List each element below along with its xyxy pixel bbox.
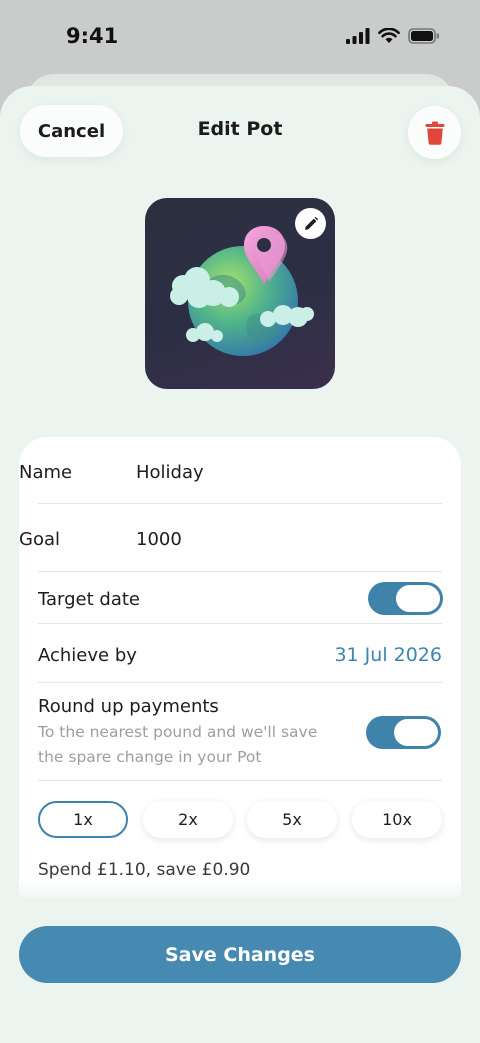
round-up-description-line1: To the nearest pound and we'll save bbox=[38, 723, 318, 741]
pencil-icon bbox=[304, 216, 318, 230]
target-date-toggle[interactable] bbox=[368, 582, 443, 615]
multiplier-2x[interactable]: 2x bbox=[143, 801, 233, 838]
target-date-label: Target date bbox=[38, 588, 140, 610]
delete-button[interactable] bbox=[408, 106, 461, 159]
round-up-description-line2: the spare change in your Pot bbox=[38, 748, 262, 766]
card-fade bbox=[19, 880, 461, 904]
toggle-knob bbox=[394, 719, 438, 746]
goal-field[interactable]: 1000 bbox=[136, 529, 182, 550]
page-title: Edit Pot bbox=[197, 118, 283, 140]
achieve-by-row[interactable]: Achieve by 31 Jul 2026 bbox=[38, 641, 442, 669]
round-up-label: Round up payments bbox=[38, 696, 219, 717]
multiplier-1x[interactable]: 1x bbox=[38, 801, 128, 838]
signal-icon bbox=[346, 28, 370, 44]
name-row[interactable]: Name Holiday bbox=[19, 458, 423, 486]
toggle-knob bbox=[396, 585, 440, 612]
cancel-button[interactable]: Cancel bbox=[20, 105, 123, 157]
divider bbox=[38, 780, 442, 781]
divider bbox=[38, 571, 442, 572]
round-up-toggle[interactable] bbox=[366, 716, 441, 749]
name-field[interactable]: Holiday bbox=[136, 462, 204, 483]
status-bar: 9:41 bbox=[0, 0, 480, 78]
multiplier-10x[interactable]: 10x bbox=[352, 801, 442, 838]
status-time: 9:41 bbox=[66, 24, 119, 48]
status-icons bbox=[346, 28, 440, 44]
achieve-by-date[interactable]: 31 Jul 2026 bbox=[334, 644, 442, 666]
round-up-text: Round up payments To the nearest pound a… bbox=[38, 694, 338, 770]
divider bbox=[38, 623, 442, 624]
battery-icon bbox=[408, 28, 439, 44]
name-label: Name bbox=[19, 461, 73, 483]
edit-image-button[interactable] bbox=[295, 208, 326, 239]
multiplier-5x[interactable]: 5x bbox=[247, 801, 337, 838]
goal-label: Goal bbox=[19, 528, 60, 550]
goal-row[interactable]: Goal 1000 bbox=[19, 525, 423, 553]
divider bbox=[38, 682, 442, 683]
save-changes-button[interactable]: Save Changes bbox=[19, 926, 461, 983]
divider bbox=[38, 503, 442, 504]
round-up-example: Spend £1.10, save £0.90 bbox=[38, 860, 251, 880]
achieve-by-label: Achieve by bbox=[38, 644, 137, 666]
wifi-icon bbox=[378, 28, 400, 43]
trash-icon bbox=[425, 121, 444, 145]
